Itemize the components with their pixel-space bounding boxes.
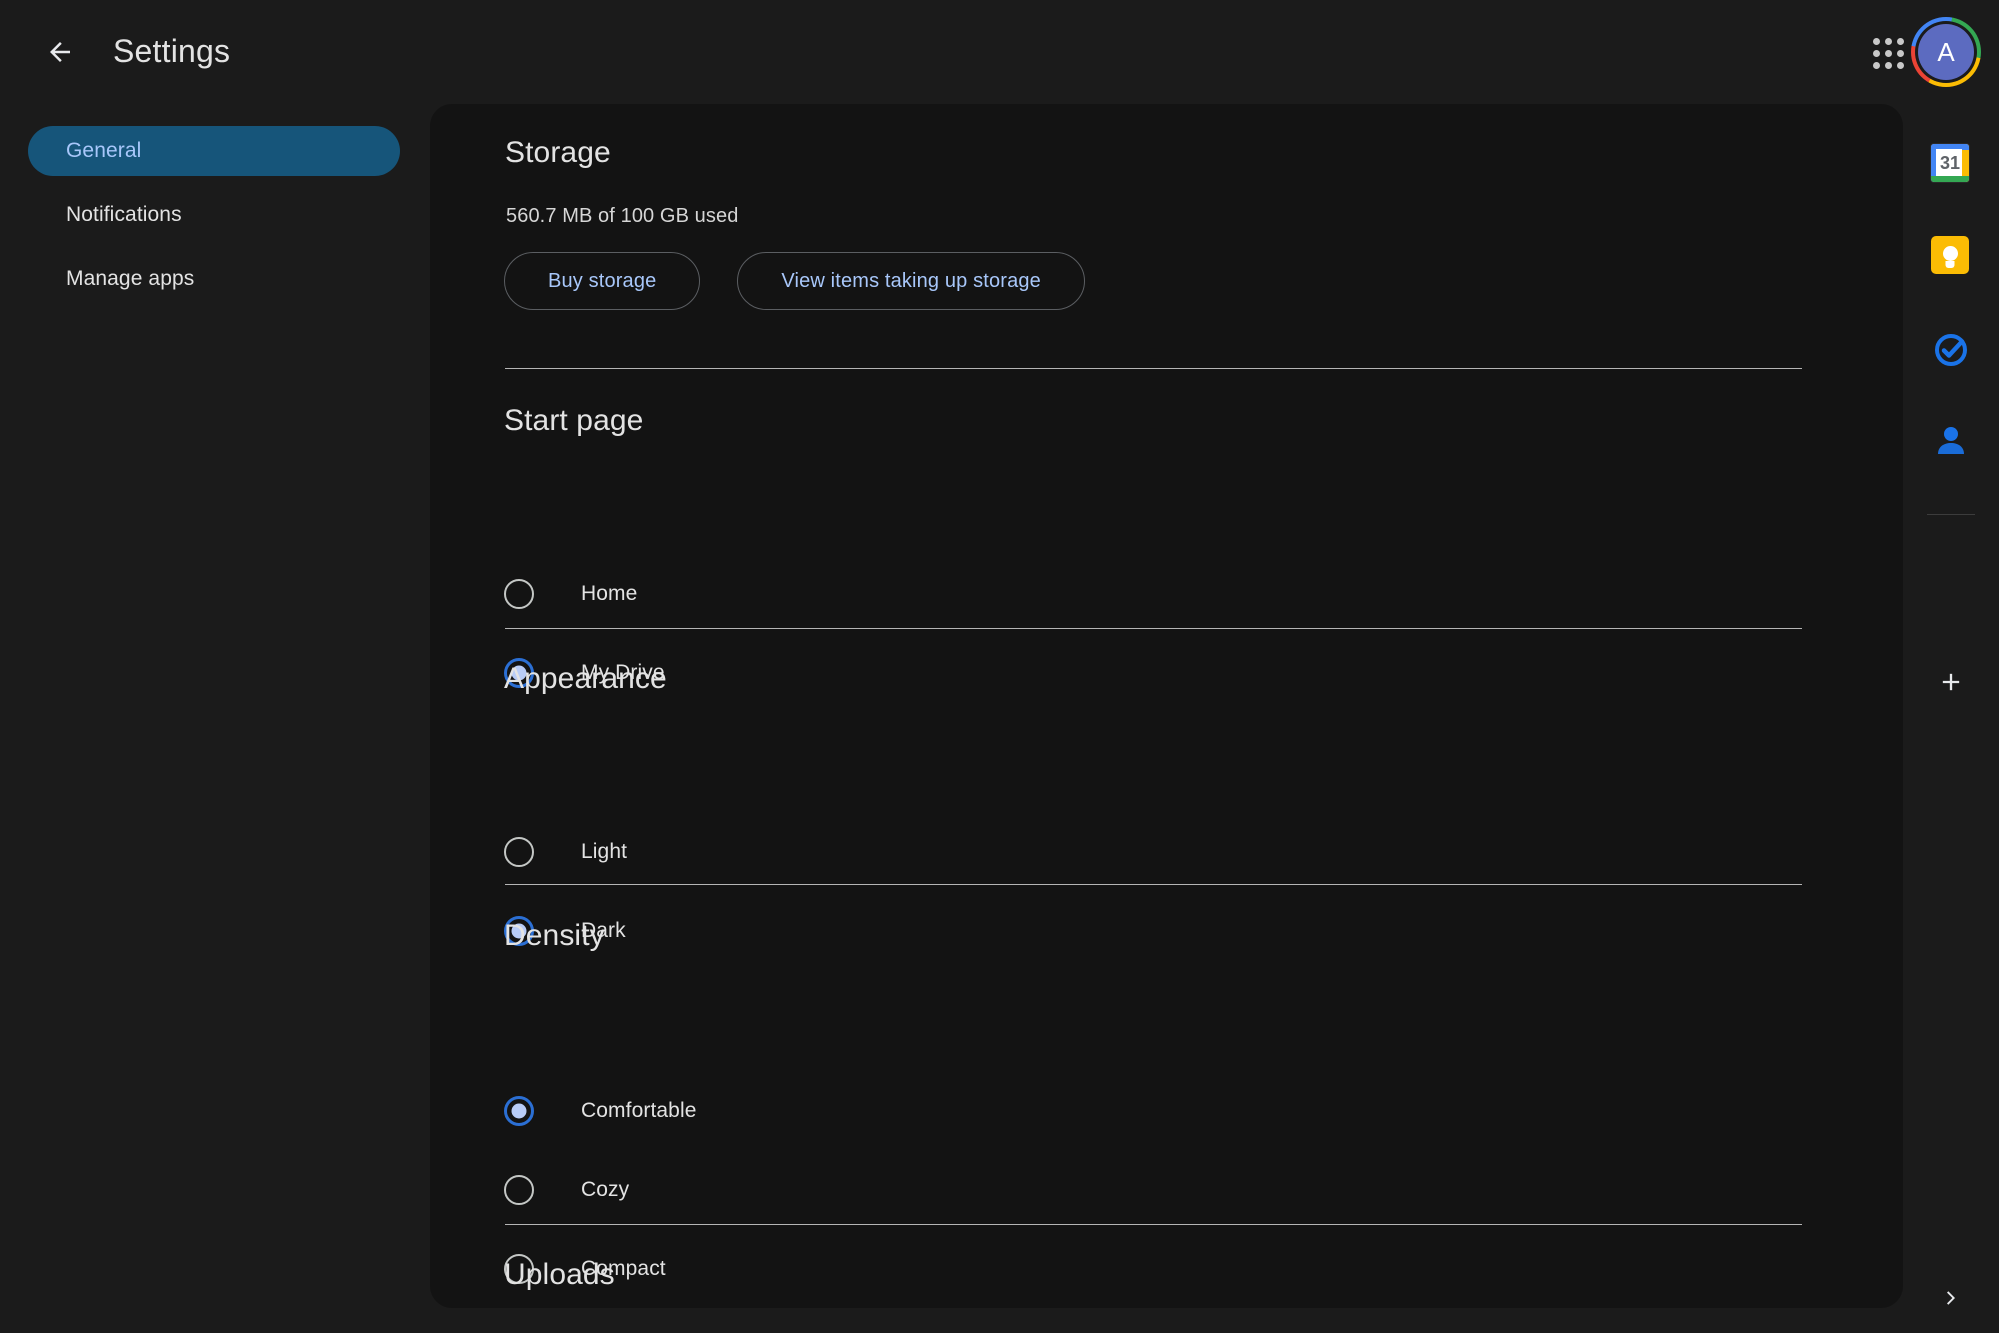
buy-storage-button[interactable]: Buy storage	[504, 252, 701, 310]
sidebar-item-manage-apps[interactable]: Manage apps	[28, 254, 400, 304]
arrow-left-icon	[50, 42, 70, 62]
divider	[505, 628, 1802, 629]
google-side-panel: 31	[1903, 104, 1999, 1333]
uploads-heading: Uploads	[504, 1258, 615, 1291]
back-button[interactable]	[36, 28, 84, 76]
divider	[505, 368, 1802, 369]
page-title: Settings	[113, 33, 231, 69]
divider	[505, 1224, 1802, 1225]
storage-heading: Storage	[505, 136, 611, 169]
chevron-right-icon[interactable]	[1931, 1278, 1971, 1318]
settings-content-panel: Storage 560.7 MB of 100 GB used Buy stor…	[430, 104, 1903, 1308]
avatar[interactable]: A	[1911, 17, 1981, 87]
storage-usage-text: 560.7 MB of 100 GB used	[506, 205, 739, 227]
radio-circle-icon	[504, 579, 534, 609]
google-keep-icon[interactable]	[1931, 236, 1971, 276]
storage-actions: Buy storage View items taking up storage	[504, 252, 1085, 310]
settings-sidebar: General Notifications Manage apps	[0, 104, 430, 1333]
radio-start-page-home[interactable]: Home	[504, 570, 637, 618]
top-bar: Settings A	[0, 0, 1999, 104]
radio-label: Cozy	[581, 1178, 630, 1201]
sidebar-item-label: Manage apps	[66, 267, 195, 290]
view-items-storage-button[interactable]: View items taking up storage	[737, 252, 1085, 310]
plus-icon[interactable]	[1931, 662, 1971, 702]
radio-density-comfortable[interactable]: Comfortable	[504, 1087, 696, 1135]
side-panel-divider	[1927, 514, 1975, 515]
density-heading: Density	[504, 919, 605, 952]
google-contacts-icon[interactable]	[1931, 421, 1971, 461]
sidebar-item-notifications[interactable]: Notifications	[28, 190, 400, 240]
radio-circle-selected-icon	[504, 1096, 534, 1126]
appearance-heading: Appearance	[504, 662, 667, 695]
radio-label: Home	[581, 582, 638, 605]
start-page-heading: Start page	[504, 404, 644, 437]
radio-circle-icon	[504, 837, 534, 867]
settings-page: Settings A General Notifications Manage …	[0, 0, 1999, 1333]
divider	[505, 884, 1802, 885]
radio-label: Comfortable	[581, 1099, 697, 1122]
sidebar-item-label: Notifications	[66, 203, 182, 226]
apps-grid-icon[interactable]	[1871, 36, 1905, 70]
radio-appearance-light[interactable]: Light	[504, 828, 627, 876]
google-calendar-icon[interactable]: 31	[1931, 144, 1971, 184]
radio-density-cozy[interactable]: Cozy	[504, 1166, 629, 1214]
avatar-initial: A	[1918, 24, 1974, 80]
sidebar-item-general[interactable]: General	[28, 126, 400, 176]
google-tasks-icon[interactable]	[1931, 329, 1971, 369]
radio-circle-icon	[504, 1175, 534, 1205]
sidebar-item-label: General	[66, 139, 142, 162]
radio-label: Light	[581, 840, 628, 863]
